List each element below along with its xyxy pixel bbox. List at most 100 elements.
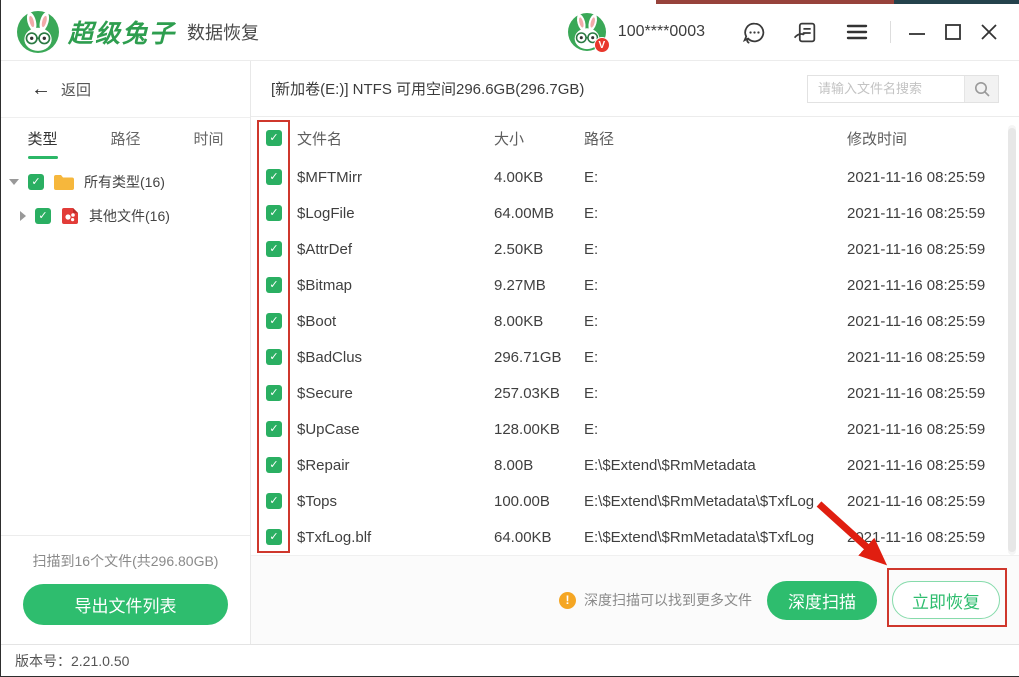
- row-checkbox[interactable]: ✓: [266, 313, 282, 329]
- row-checkbox[interactable]: ✓: [266, 169, 282, 185]
- file-size: 100.00B: [494, 492, 550, 510]
- table-row[interactable]: ✓ $LogFile 64.00MB E: 2021-11-16 08:25:59: [251, 195, 1019, 231]
- volume-info: [新加卷(E:)] NTFS 可用空间296.6GB(296.7GB): [271, 81, 585, 98]
- tree-checkbox[interactable]: ✓: [28, 174, 44, 190]
- file-name: $MFTMirr: [297, 168, 362, 186]
- table-row[interactable]: ✓ $Tops 100.00B E:\$Extend\$RmMetadata\$Txf…: [251, 483, 1019, 519]
- content: ← 返回 类型 路径 时间 ✓ 所有类型(16) ✓ 其他文件(16) 扫描到1…: [1, 61, 1019, 644]
- file-path: E:: [584, 168, 599, 186]
- file-mtime: 2021-11-16 08:25:59: [847, 420, 986, 438]
- file-path: E:: [584, 312, 599, 330]
- file-size: 4.00KB: [494, 168, 544, 186]
- row-checkbox[interactable]: ✓: [266, 349, 282, 365]
- action-bar: ! 深度扫描可以找到更多文件 深度扫描 立即恢复: [251, 555, 1019, 644]
- row-checkbox[interactable]: ✓: [266, 529, 282, 545]
- close-button[interactable]: [974, 17, 1004, 47]
- column-header-filename[interactable]: 文件名: [297, 128, 494, 149]
- table-row[interactable]: ✓ $MFTMirr 4.00KB E: 2021-11-16 08:25:59: [251, 159, 1019, 195]
- table-scrollbar[interactable]: [1008, 125, 1016, 555]
- file-size: 8.00KB: [494, 312, 544, 330]
- feedback-icon[interactable]: [792, 19, 819, 46]
- file-mtime: 2021-11-16 08:25:59: [847, 492, 986, 510]
- column-header-size[interactable]: 大小: [494, 128, 584, 149]
- minimize-button[interactable]: [902, 17, 932, 47]
- search-button[interactable]: [964, 75, 998, 102]
- hint-text: 深度扫描可以找到更多文件: [584, 592, 752, 608]
- table-row[interactable]: ✓ $BadClus 296.71GB E: 2021-11-16 08:25:59: [251, 339, 1019, 375]
- menu-icon[interactable]: [843, 19, 870, 46]
- file-path: E:: [584, 240, 599, 258]
- desktop-residue-strip: [1, 0, 1019, 4]
- file-name: $Secure: [297, 384, 353, 402]
- residue-red-segment: [656, 0, 894, 4]
- table-row[interactable]: ✓ $Boot 8.00KB E: 2021-11-16 08:25:59: [251, 303, 1019, 339]
- file-name: $Boot: [297, 312, 337, 330]
- titlebar-right: V 100****0003: [567, 13, 1007, 53]
- row-checkbox[interactable]: ✓: [266, 385, 282, 401]
- file-mtime: 2021-11-16 08:25:59: [847, 312, 986, 330]
- file-type-tree: ✓ 所有类型(16) ✓ 其他文件(16): [1, 162, 250, 233]
- table-row[interactable]: ✓ $Bitmap 9.27MB E: 2021-11-16 08:25:59: [251, 267, 1019, 303]
- file-size: 9.27MB: [494, 276, 546, 294]
- file-name: $Repair: [297, 456, 350, 474]
- tree-checkbox[interactable]: ✓: [35, 208, 51, 224]
- customer-service-icon[interactable]: [741, 19, 768, 46]
- search-input[interactable]: [808, 75, 964, 102]
- table-header: ✓ 文件名 大小 路径 修改时间: [251, 117, 1019, 159]
- maximize-button[interactable]: [938, 17, 968, 47]
- row-checkbox[interactable]: ✓: [266, 421, 282, 437]
- row-checkbox[interactable]: ✓: [266, 493, 282, 509]
- tree-item-all-types[interactable]: ✓ 所有类型(16): [1, 165, 250, 199]
- file-path: E:: [584, 384, 599, 402]
- file-name: $BadClus: [297, 348, 363, 366]
- scrollbar-thumb[interactable]: [1008, 128, 1016, 552]
- file-path: E:: [584, 204, 599, 222]
- table-row[interactable]: ✓ $TxfLog.blf 64.00KB E:\$Extend\$RmMetadat…: [251, 519, 1019, 555]
- media-file-icon: [60, 206, 80, 226]
- file-mtime: 2021-11-16 08:25:59: [847, 528, 986, 546]
- caret-down-icon[interactable]: [9, 179, 19, 185]
- select-all-checkbox[interactable]: ✓: [266, 130, 282, 146]
- main-header: [新加卷(E:)] NTFS 可用空间296.6GB(296.7GB): [251, 61, 1019, 117]
- tree-item-other-files[interactable]: ✓ 其他文件(16): [1, 199, 250, 233]
- file-name: $Bitmap: [297, 276, 353, 294]
- titlebar: 超级兔子 数据恢复 V 100****0003: [1, 4, 1019, 61]
- table-row[interactable]: ✓ $Repair 8.00B E:\$Extend\$RmMetadata 2021-…: [251, 447, 1019, 483]
- file-mtime: 2021-11-16 08:25:59: [847, 456, 986, 474]
- caret-right-icon[interactable]: [20, 211, 26, 221]
- file-name: $AttrDef: [297, 240, 353, 258]
- user-avatar[interactable]: V: [567, 13, 610, 53]
- column-header-mtime[interactable]: 修改时间: [847, 128, 1019, 149]
- tab-time[interactable]: 时间: [167, 118, 250, 162]
- back-arrow-icon: ←: [31, 78, 51, 100]
- table-row[interactable]: ✓ $Secure 257.03KB E: 2021-11-16 08:25:59: [251, 375, 1019, 411]
- file-size: 296.71GB: [494, 348, 562, 366]
- export-file-list-button[interactable]: 导出文件列表: [23, 584, 228, 625]
- table-row[interactable]: ✓ $AttrDef 2.50KB E: 2021-11-16 08:25:59: [251, 231, 1019, 267]
- account-id[interactable]: 100****0003: [618, 23, 705, 41]
- back-label: 返回: [61, 81, 92, 99]
- table-row[interactable]: ✓ $UpCase 128.00KB E: 2021-11-16 08:25:59: [251, 411, 1019, 447]
- file-path: E:: [584, 420, 599, 438]
- recover-now-button[interactable]: 立即恢复: [892, 581, 1000, 619]
- row-checkbox[interactable]: ✓: [266, 205, 282, 221]
- deep-scan-button[interactable]: 深度扫描: [767, 580, 877, 620]
- file-name: $TxfLog.blf: [297, 528, 372, 546]
- scan-summary: 扫描到16个文件(共296.80GB): [32, 553, 219, 569]
- row-checkbox[interactable]: ✓: [266, 241, 282, 257]
- tab-path[interactable]: 路径: [84, 118, 167, 162]
- row-checkbox[interactable]: ✓: [266, 277, 282, 293]
- search-box: [807, 74, 999, 103]
- file-size: 2.50KB: [494, 240, 544, 258]
- tab-type[interactable]: 类型: [1, 118, 84, 162]
- back-button[interactable]: ← 返回: [1, 61, 250, 118]
- brand: 超级兔子 数据恢复: [17, 11, 259, 53]
- folder-icon: [53, 174, 75, 191]
- file-path: E:\$Extend\$RmMetadata: [584, 456, 756, 474]
- sidebar-tabs: 类型 路径 时间: [1, 118, 250, 162]
- file-size: 128.00KB: [494, 420, 560, 438]
- row-checkbox[interactable]: ✓: [266, 457, 282, 473]
- column-header-path[interactable]: 路径: [584, 128, 847, 149]
- brand-product: 数据恢复: [187, 23, 260, 43]
